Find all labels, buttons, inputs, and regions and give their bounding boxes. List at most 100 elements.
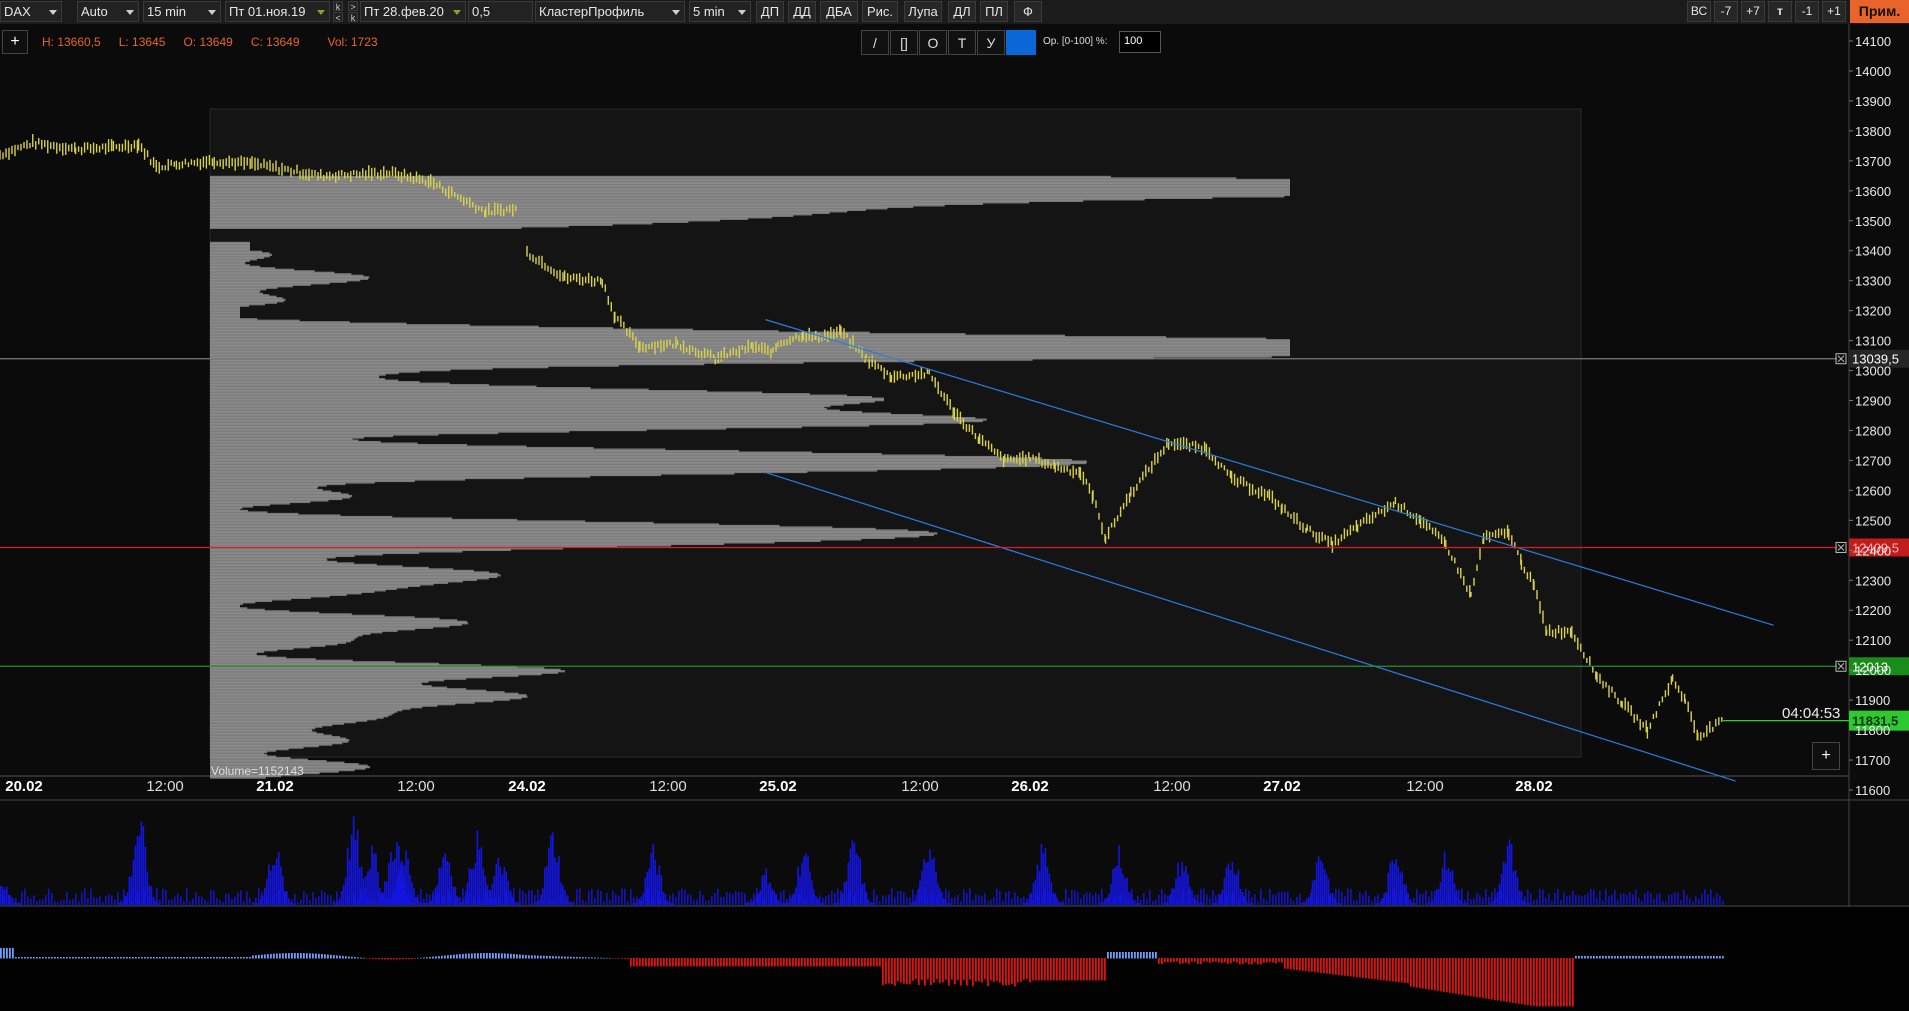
- volume-bar: [1053, 893, 1055, 905]
- volume-bar: [1611, 894, 1613, 905]
- nav-prev-button[interactable]: <: [333, 12, 343, 23]
- delta-bar: [396, 958, 398, 960]
- volume-bar: [891, 888, 893, 905]
- volume-bar: [573, 901, 575, 905]
- volume-bar: [1041, 896, 1043, 905]
- draw-button[interactable]: Рис.: [862, 1, 898, 22]
- dp-button[interactable]: ДП: [756, 1, 784, 22]
- nav-last-button[interactable]: k: [348, 12, 358, 23]
- delta-bar: [882, 958, 884, 986]
- volume-bar: [654, 859, 657, 905]
- volume-bar: [1164, 893, 1166, 905]
- symbol-select[interactable]: DAX: [0, 1, 62, 22]
- price-tick-label: 11800: [1855, 723, 1890, 738]
- t-button[interactable]: т: [1768, 1, 1792, 22]
- volume-bar: [1411, 902, 1413, 905]
- volume-bar: [219, 899, 221, 905]
- volume-bar: [453, 898, 455, 905]
- dd-button[interactable]: ДД: [788, 1, 816, 22]
- volume-bar: [399, 888, 401, 905]
- minus7-button[interactable]: -7: [1714, 1, 1738, 22]
- magnifier-button[interactable]: Лупа: [904, 1, 942, 22]
- volume-bar: [1605, 889, 1607, 905]
- volume-bar: [72, 898, 74, 905]
- rectangle-tool-button[interactable]: []: [890, 30, 918, 55]
- f-button[interactable]: Ф: [1014, 1, 1042, 22]
- volume-bar: [1455, 894, 1457, 905]
- delta-bar: [210, 957, 212, 959]
- vs-button[interactable]: ВС: [1687, 1, 1711, 22]
- delta-bar: [1665, 956, 1667, 959]
- volume-bar: [1230, 895, 1232, 905]
- volume-bar: [1554, 892, 1556, 905]
- add-indicator-button[interactable]: +: [2, 30, 28, 54]
- color-picker-button[interactable]: [1006, 30, 1036, 55]
- minus1-button[interactable]: -1: [1795, 1, 1819, 22]
- opacity-input[interactable]: 100: [1119, 31, 1161, 53]
- delta-bar: [1635, 956, 1637, 959]
- timeframe-select[interactable]: 15 min: [143, 1, 221, 22]
- volume-bar: [921, 896, 923, 905]
- plus7-button[interactable]: +7: [1741, 1, 1765, 22]
- delta-bar: [366, 958, 368, 959]
- plus1-button[interactable]: +1: [1822, 1, 1846, 22]
- nav-first-button[interactable]: k: [333, 1, 343, 12]
- delta-bar: [261, 954, 263, 959]
- delta-bar: [945, 958, 947, 980]
- apply-button[interactable]: Прим.: [1850, 0, 1909, 23]
- price-tick-label: 12000: [1855, 663, 1891, 678]
- ellipse-tool-button[interactable]: O: [919, 30, 947, 55]
- delta-bar: [324, 954, 326, 959]
- line-tool-button[interactable]: /: [861, 30, 889, 55]
- text-tool-button[interactable]: T: [948, 30, 976, 55]
- nav-next-button[interactable]: >: [348, 1, 358, 12]
- delta-bar: [954, 958, 956, 985]
- volume-bar: [702, 894, 704, 905]
- scale-select[interactable]: Auto: [77, 1, 139, 22]
- delta-bar: [588, 957, 590, 959]
- toolbar: DAX Auto 15 min Пт 01.ноя.19 k > < k Пт …: [0, 0, 1909, 25]
- volume-bar: [783, 890, 785, 905]
- pl-button[interactable]: ПЛ: [980, 1, 1008, 22]
- volume-bar: [882, 895, 884, 905]
- chart-area[interactable]: 13039,512409,51201311831,514100140001390…: [0, 24, 1909, 1011]
- volume-bar: [870, 901, 872, 905]
- add-pane-button[interactable]: +: [1812, 742, 1840, 770]
- delta-bar: [513, 954, 515, 959]
- delta-bar: [1557, 958, 1559, 1007]
- date-to-select[interactable]: Пт 28.фев.20: [360, 1, 466, 22]
- profile-timeframe-select[interactable]: 5 min: [689, 1, 751, 22]
- volume-bar: [1626, 894, 1628, 905]
- volume-bar: [774, 895, 776, 905]
- price-tick-label: 13400: [1855, 244, 1891, 259]
- volume-bar: [750, 898, 752, 905]
- volume-bar: [723, 897, 725, 905]
- profile-select[interactable]: КластерПрофиль: [535, 1, 685, 22]
- volume-bar: [1419, 893, 1421, 905]
- level-tool-button[interactable]: У: [977, 30, 1005, 55]
- delta-bar: [393, 958, 395, 960]
- delta-bar: [1512, 958, 1514, 1003]
- volume-bar: [849, 891, 851, 905]
- volume-bar: [1434, 890, 1436, 905]
- volume-bar: [1638, 897, 1640, 905]
- volume-bar: [1323, 897, 1325, 905]
- dl-button[interactable]: ДЛ: [948, 1, 976, 22]
- volume-bar: [819, 895, 821, 905]
- volume-bar: [1353, 900, 1355, 905]
- delta-bar: [180, 957, 182, 959]
- dba-button[interactable]: ДБА: [820, 1, 858, 22]
- volume-bar: [714, 892, 716, 905]
- step-input[interactable]: 0,5: [468, 1, 533, 22]
- delta-bar: [1113, 952, 1115, 959]
- delta-bar: [1368, 958, 1370, 979]
- delta-bar: [1578, 956, 1580, 959]
- delta-bar: [585, 957, 587, 959]
- volume-bar: [507, 895, 509, 905]
- delta-bar: [510, 953, 512, 959]
- volume-bar: [237, 892, 239, 905]
- volume-bar: [1683, 889, 1685, 905]
- delta-bar: [1134, 952, 1136, 959]
- date-from-select[interactable]: Пт 01.ноя.19: [225, 1, 330, 22]
- volume-bar: [939, 889, 941, 905]
